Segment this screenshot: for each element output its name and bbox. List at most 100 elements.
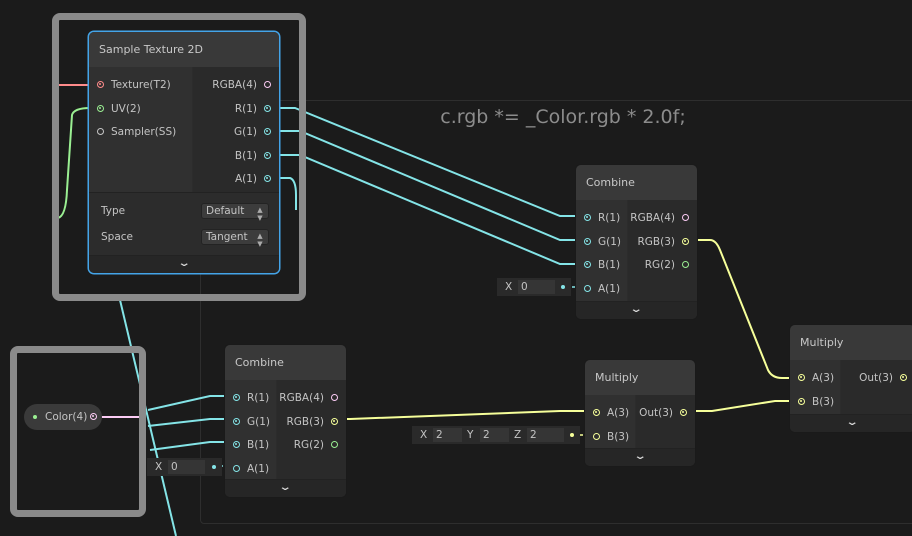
port-label: B(1) — [247, 439, 270, 451]
node-title[interactable]: Combine — [576, 165, 697, 200]
port-dot-icon[interactable] — [331, 441, 338, 448]
port-label: Texture(T2) — [111, 79, 171, 91]
node-title[interactable]: Combine — [225, 345, 346, 380]
port-dot-icon[interactable] — [584, 261, 591, 268]
port-dot-icon[interactable] — [584, 214, 591, 221]
output-port-r1[interactable]: R(1) — [235, 99, 271, 119]
port-dot-icon[interactable] — [331, 394, 338, 401]
port-dot-icon[interactable] — [331, 417, 338, 425]
output-port-rgb3[interactable]: RGB(3) — [286, 412, 338, 432]
inline-field-multiply-left-b[interactable]: X2Y2Z2 — [412, 426, 580, 444]
node-ports: A(3) B(3) Out(3) — [585, 395, 695, 449]
port-label: RGBA(4) — [279, 392, 324, 404]
output-port-rgba4[interactable]: RGBA(4) — [212, 75, 271, 95]
port-dot-icon[interactable] — [233, 441, 240, 448]
port-dot-icon[interactable] — [264, 151, 271, 159]
property-label: Type — [101, 205, 126, 217]
port-label: B(3) — [607, 430, 630, 443]
node-ports: Texture(T2) UV(2) Sampler(SS) RGBA(4) R(1) G(… — [89, 67, 279, 192]
wire-c2-g — [147, 418, 236, 427]
port-dot-icon[interactable] — [593, 409, 600, 416]
port-dot-icon[interactable] — [233, 464, 240, 472]
value-input[interactable]: 2 — [433, 428, 462, 442]
node-ports: A(3) B(3) Out(3) — [790, 360, 912, 415]
port-dot-icon[interactable] — [682, 237, 689, 245]
output-port-a1[interactable]: A(1) — [235, 169, 271, 189]
port-dot-icon[interactable] — [97, 128, 104, 135]
port-label: B(1) — [598, 259, 621, 271]
node-sample-texture[interactable]: Sample Texture 2D Texture(T2) UV(2) Sampler… — [89, 32, 279, 273]
port-dot-icon[interactable] — [680, 409, 687, 416]
expand-button[interactable]: ⌄ — [790, 414, 912, 432]
color-property-node[interactable]: Color(4) — [24, 404, 102, 430]
dropdown-space[interactable]: Tangent ▲▼ — [201, 229, 269, 248]
chevron-down-icon: ⌄ — [633, 451, 647, 462]
port-dot-icon[interactable] — [264, 128, 271, 135]
port-label: A(3) — [812, 372, 835, 384]
node-multiply-right[interactable]: Multiply A(3) B(3) Out(3) ⌄ — [790, 325, 912, 432]
output-port-rg2[interactable]: RG(2) — [645, 255, 689, 275]
expand-button[interactable]: ⌄ — [585, 448, 695, 466]
output-port-out3[interactable]: Out(3) — [639, 403, 687, 423]
value-input[interactable]: 0 — [518, 280, 555, 294]
dropdown-value: Default — [206, 205, 245, 217]
output-port-b1[interactable]: B(1) — [235, 146, 271, 166]
inline-field-combine-bottom-a[interactable]: X0 — [147, 458, 222, 476]
axis-label: X — [155, 461, 163, 473]
port-dot-icon[interactable] — [97, 81, 104, 88]
value-input[interactable]: 0 — [168, 460, 205, 474]
port-color-out[interactable] — [90, 413, 97, 420]
port-dot-icon[interactable] — [264, 104, 271, 112]
expand-button[interactable]: ⌄ — [89, 255, 279, 273]
port-label: RGBA(4) — [212, 79, 257, 91]
wire-m1-out — [685, 400, 802, 412]
port-dot-icon[interactable] — [798, 374, 805, 381]
output-port-out3[interactable]: Out(3) — [859, 368, 907, 388]
port-label: R(1) — [598, 212, 621, 224]
node-properties: Type Default ▲▼ Space Tangent ▲▼ — [89, 192, 279, 258]
output-port-rgba4[interactable]: RGBA(4) — [279, 388, 338, 408]
value-input[interactable]: 2 — [480, 428, 509, 442]
dropdown-type[interactable]: Default ▲▼ — [201, 203, 269, 222]
property-row-space: Space Tangent ▲▼ — [101, 227, 269, 248]
connector-dot-icon — [570, 433, 574, 437]
node-multiply-left[interactable]: Multiply A(3) B(3) Out(3) ⌄ — [585, 360, 695, 466]
node-title[interactable]: Multiply — [585, 360, 695, 395]
expand-button[interactable]: ⌄ — [576, 301, 697, 319]
port-dot-icon[interactable] — [682, 214, 689, 221]
port-dot-icon[interactable] — [900, 374, 907, 381]
inline-field-combine-top-a[interactable]: X0 — [497, 278, 571, 296]
port-dot-icon[interactable] — [264, 81, 271, 88]
port-dot-icon[interactable] — [233, 394, 240, 401]
output-port-g1[interactable]: G(1) — [234, 122, 271, 142]
value-input[interactable]: 2 — [527, 428, 564, 442]
axis-label: X — [420, 429, 428, 441]
output-port-rg2[interactable]: RG(2) — [294, 435, 338, 455]
wire-c1-rgb — [686, 239, 802, 379]
output-port-rgb3[interactable]: RGB(3) — [637, 232, 689, 252]
output-port-rgba4[interactable]: RGBA(4) — [630, 208, 689, 228]
port-dot-icon[interactable] — [593, 432, 600, 440]
port-label: UV(2) — [111, 102, 141, 115]
port-label: RGB(3) — [286, 415, 324, 428]
node-title[interactable]: Multiply — [790, 325, 912, 360]
port-dot-icon[interactable] — [97, 104, 104, 112]
port-dot-icon[interactable] — [584, 284, 591, 292]
node-combine-bottom[interactable]: Combine R(1) G(1) B(1) A(1) RGBA(4) RGB(3) RG(2… — [225, 345, 346, 497]
port-dot-icon[interactable] — [682, 261, 689, 268]
port-label: RGB(3) — [637, 235, 675, 248]
port-dot-icon[interactable] — [798, 397, 805, 405]
port-label: R(1) — [234, 102, 257, 115]
wire-c2-b — [149, 441, 236, 451]
port-dot-icon[interactable] — [264, 175, 271, 182]
chevron-down-icon: ⌄ — [177, 258, 191, 269]
port-dot-icon[interactable] — [584, 237, 591, 245]
port-dot-icon[interactable] — [233, 417, 240, 425]
port-label: RG(2) — [293, 439, 324, 451]
expand-button[interactable]: ⌄ — [225, 479, 346, 497]
port-label: G(1) — [233, 126, 257, 138]
port-label: A(1) — [234, 173, 257, 185]
node-combine-top[interactable]: Combine R(1) G(1) B(1) A(1) RGBA(4) RGB(3) RG(2… — [576, 165, 697, 319]
port-label: A(1) — [598, 282, 621, 295]
node-title[interactable]: Sample Texture 2D — [89, 32, 279, 67]
